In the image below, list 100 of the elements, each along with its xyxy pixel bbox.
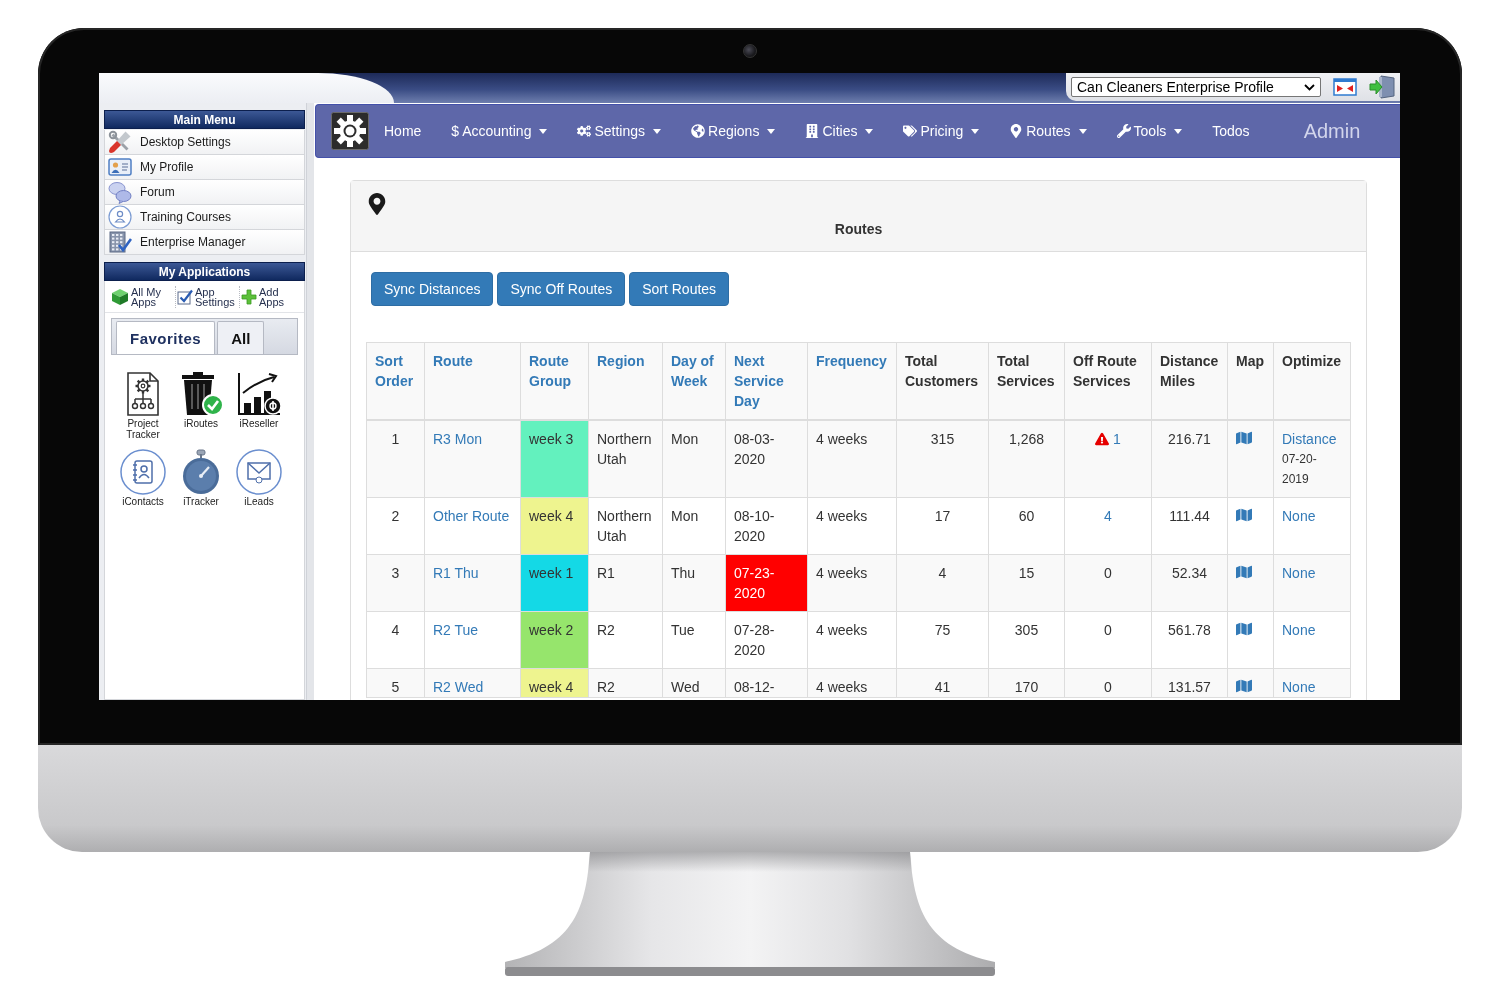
bar-chart-coin-icon: [236, 371, 282, 417]
sidebar-heading: My Applications: [104, 262, 305, 281]
cell-link[interactable]: R1 Thu: [433, 565, 479, 581]
sort-link[interactable]: Route: [433, 351, 512, 371]
table-cell: R2: [588, 668, 663, 698]
nav-link[interactable]: Regions: [676, 105, 791, 157]
app-action-link[interactable]: Add Apps: [241, 286, 301, 307]
menu-item[interactable]: My Profile: [104, 155, 305, 180]
tags-icon: [903, 124, 918, 138]
sort-link[interactable]: Next Service Day: [734, 351, 799, 411]
table-cell: week 4: [520, 497, 589, 555]
menu-item[interactable]: Enterprise Manager: [104, 230, 305, 255]
nav-link[interactable]: Tools: [1101, 105, 1198, 157]
plus-icon: [241, 288, 257, 305]
exit-door-icon[interactable]: [1369, 75, 1395, 99]
nav-link[interactable]: Home: [369, 105, 437, 157]
sort-link[interactable]: Sort Order: [375, 351, 416, 391]
app-shortcut[interactable]: iReseller: [230, 371, 288, 440]
action-button[interactable]: Sync Distances: [371, 272, 494, 306]
off-route-link[interactable]: 4: [1104, 508, 1112, 524]
table-cell: 17: [896, 497, 989, 555]
app-shortcut[interactable]: iContacts: [114, 449, 172, 507]
sort-link[interactable]: Day of Week: [671, 351, 717, 391]
table-cell: Mon: [662, 497, 726, 555]
column-header: Total Customers: [896, 342, 989, 420]
cell-link[interactable]: R3 Mon: [433, 431, 483, 447]
menu-item[interactable]: Desktop Settings: [104, 130, 305, 155]
table-cell: 07-28-2020: [725, 611, 808, 669]
table-cell: 0: [1064, 668, 1152, 698]
column-header: Distance Miles: [1151, 342, 1228, 420]
sort-link[interactable]: Frequency: [816, 351, 888, 371]
table-cell: 4 weeks: [807, 668, 897, 698]
column-header: Total Services: [988, 342, 1065, 420]
cell-link[interactable]: R2 Tue: [433, 622, 479, 638]
caret-icon: [539, 128, 548, 134]
table-cell: 170: [988, 668, 1065, 698]
app-action-link[interactable]: All My Apps: [111, 286, 173, 307]
action-button[interactable]: Sync Off Routes: [497, 272, 626, 306]
window-arrows-icon[interactable]: [1333, 78, 1357, 96]
cell-link[interactable]: Other Route: [433, 508, 510, 524]
table-cell: 0: [1064, 554, 1152, 612]
map-icon[interactable]: [1236, 621, 1252, 637]
optimize-link[interactable]: None: [1282, 508, 1316, 524]
profile-select[interactable]: Can Cleaners Enterprise Profile: [1071, 77, 1321, 97]
app-shortcut[interactable]: Project Tracker: [114, 371, 172, 440]
cell-link[interactable]: R2 Wed: [433, 679, 484, 695]
table-cell: week 4: [520, 668, 589, 698]
nav-link[interactable]: $ Accounting: [436, 105, 563, 157]
id-card-icon: [108, 155, 132, 179]
nav-link[interactable]: Pricing: [888, 105, 995, 157]
menu-item[interactable]: Forum: [104, 180, 305, 205]
sort-link[interactable]: Region: [597, 351, 654, 371]
gear-logo-icon: [331, 112, 369, 150]
table-cell: 4 weeks: [807, 554, 897, 612]
table-cell: 216.71: [1151, 420, 1228, 498]
table-cell: Wed: [662, 668, 726, 698]
table-cell: Tue: [662, 611, 726, 669]
app-action-link[interactable]: App Settings: [177, 286, 237, 307]
app-shortcut[interactable]: iLeads: [230, 449, 288, 507]
map-icon[interactable]: [1236, 564, 1252, 580]
table-cell: 305: [988, 611, 1065, 669]
table-cell: 111.44: [1151, 497, 1228, 555]
sort-link[interactable]: Route Group: [529, 351, 580, 391]
action-button[interactable]: Sort Routes: [629, 272, 730, 306]
optimize-link[interactable]: None: [1282, 622, 1316, 638]
menu-item[interactable]: Training Courses: [104, 205, 305, 230]
optimize-link[interactable]: None: [1282, 565, 1316, 581]
sidebar-heading: Main Menu: [104, 110, 305, 129]
map-icon[interactable]: [1236, 507, 1252, 523]
tab[interactable]: All: [217, 321, 265, 354]
contact-book-icon: [120, 449, 166, 495]
table-cell: Northern Utah: [588, 420, 663, 498]
off-route-link[interactable]: 1: [1113, 429, 1121, 449]
nav-link[interactable]: Settings: [562, 105, 677, 157]
chevron-down-icon: [1304, 83, 1315, 91]
user-name: Admin: [1302, 119, 1362, 143]
map-icon[interactable]: [1236, 430, 1252, 446]
warning-icon: [1095, 432, 1110, 446]
optimize-link[interactable]: Distance: [1282, 431, 1337, 447]
nav-link[interactable]: Routes: [994, 105, 1102, 157]
tab[interactable]: Favorites: [116, 321, 216, 354]
app-shortcut[interactable]: iTracker: [172, 449, 230, 507]
nav-link[interactable]: Cities: [790, 105, 889, 157]
map-icon[interactable]: [1236, 678, 1252, 694]
optimize-link[interactable]: None: [1282, 679, 1316, 695]
app-shortcut[interactable]: iRoutes: [172, 371, 230, 440]
table-cell: Mon: [662, 420, 726, 498]
caret-icon: [971, 128, 980, 134]
caret-icon: [1174, 128, 1183, 134]
table-cell: 5: [366, 668, 425, 698]
caret-icon: [1078, 128, 1087, 134]
table-cell: week 2: [520, 611, 589, 669]
nav-link[interactable]: Todos: [1197, 105, 1265, 157]
caret-icon: [653, 128, 662, 134]
table-cell: 3: [366, 554, 425, 612]
optimize-date: 07-20-2019: [1282, 451, 1318, 488]
table-cell: 4: [366, 611, 425, 669]
table-cell: 15: [988, 554, 1065, 612]
map-marker-icon: [1009, 124, 1024, 138]
checkbox-icon: [177, 288, 193, 305]
